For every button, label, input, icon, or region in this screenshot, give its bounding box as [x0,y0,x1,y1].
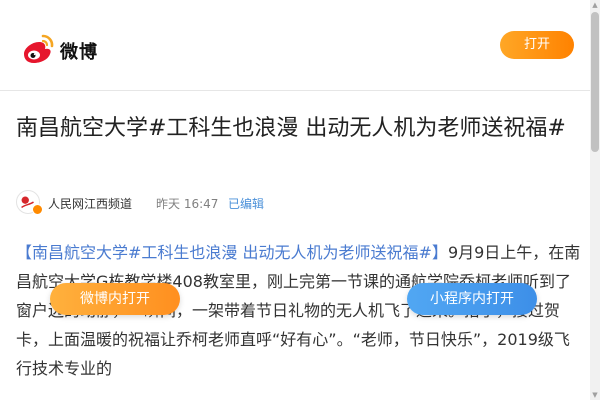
topic-hashtag-link[interactable]: #工科生也浪漫 出动无人机为老师送祝福# [128,243,432,262]
open-in-miniprogram-button[interactable]: 小程序内打开 [407,283,537,315]
app-name: 微博 [60,42,98,63]
post-time: 昨天 16:47 [156,197,219,211]
edited-label[interactable]: 已编辑 [228,195,264,212]
scroll-down-arrow-icon[interactable]: ▼ [591,390,599,400]
scroll-thumb[interactable] [591,12,599,152]
verified-badge-icon [32,204,43,215]
body-bracket-close: 】 [431,243,448,262]
open-in-weibo-button[interactable]: 微博内打开 [50,283,180,315]
body-bracket-open: 【南昌航空大学 [16,243,129,262]
top-header: 微博 打开 [0,0,600,90]
article-meta: 人民网江西频道 昨天 16:47 已编辑 [16,190,586,216]
header-divider [0,90,600,91]
weibo-logo-icon[interactable] [16,30,56,64]
open-app-button[interactable]: 打开 [500,31,574,59]
author-name[interactable]: 人民网江西频道 [48,195,132,212]
vertical-scrollbar[interactable]: ▲ ▼ [590,0,600,400]
scroll-up-arrow-icon[interactable]: ▲ [591,0,599,10]
article-title: 南昌航空大学#工科生也浪漫 出动无人机为老师送祝福# [16,116,566,141]
